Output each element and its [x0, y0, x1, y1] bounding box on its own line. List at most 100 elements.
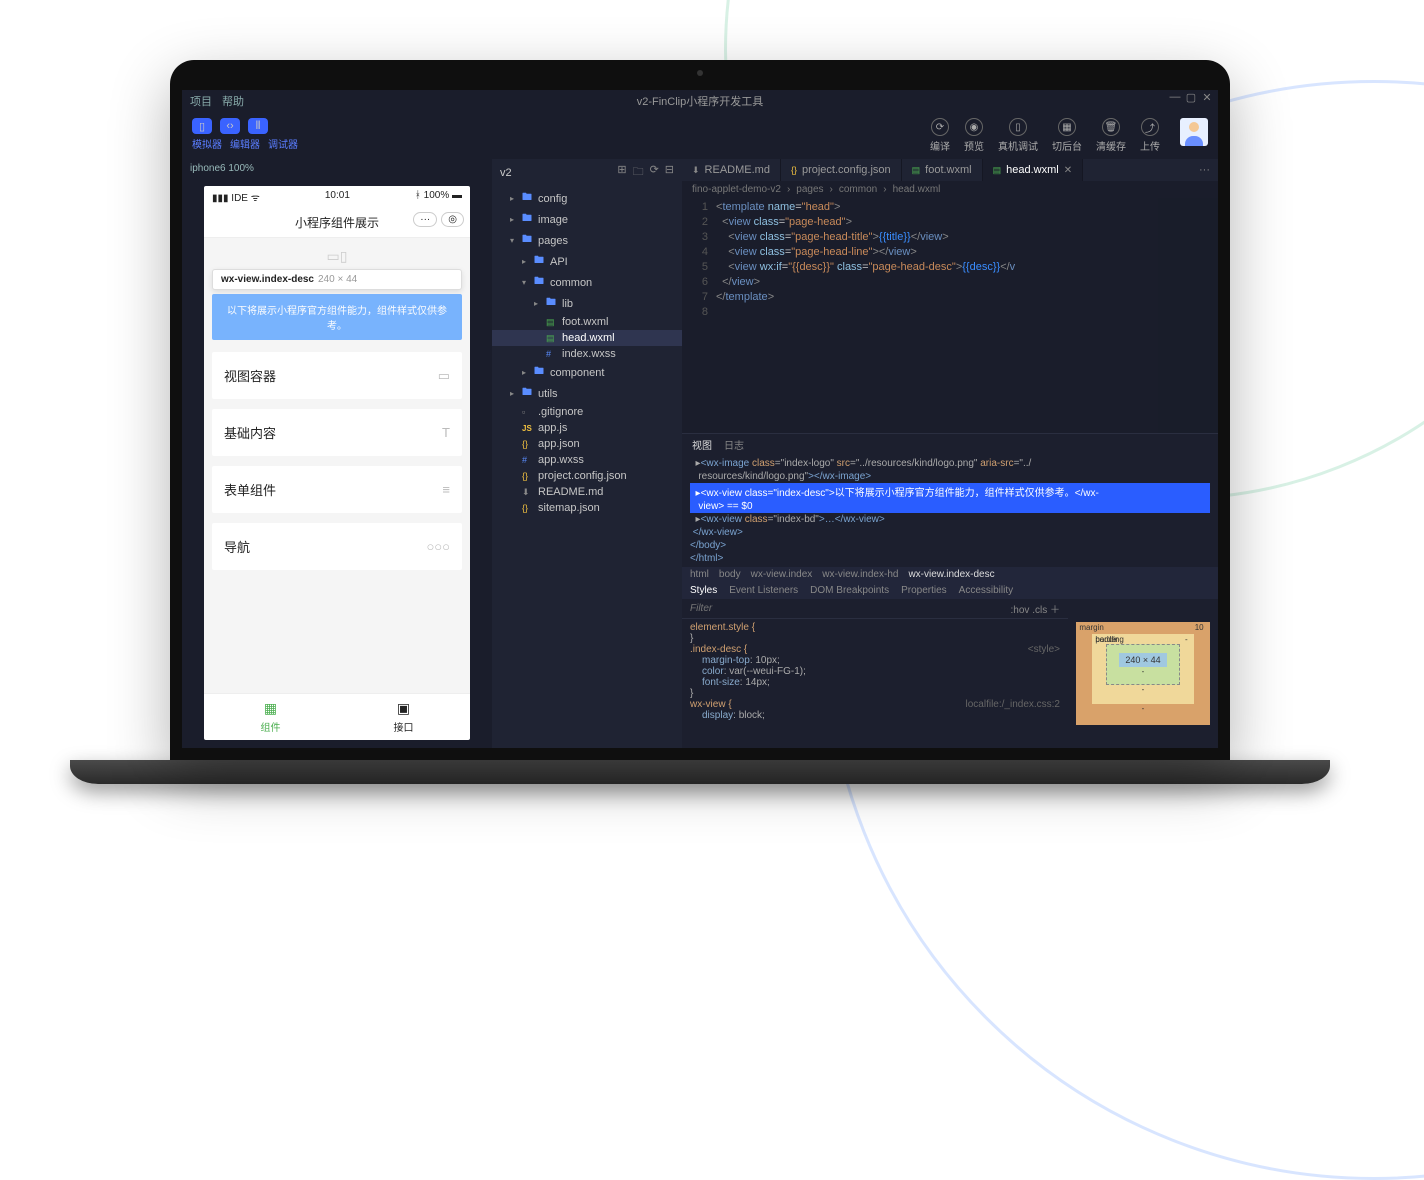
- tree-item-config[interactable]: ▸🖿config: [492, 188, 682, 209]
- file-explorer: v2 ⊞ 🗀 ⟳ ⊟ ▸🖿config▸🖿image▾🖿pages▸🖿API▾🖿…: [492, 159, 682, 748]
- compile-button[interactable]: ⟳编译: [930, 118, 950, 153]
- styles-subtab[interactable]: Properties: [901, 585, 947, 596]
- tree-item-common[interactable]: ▾🖿common: [492, 272, 682, 293]
- tab-project-config-json[interactable]: {}project.config.json: [781, 159, 902, 181]
- breadcrumb-segment[interactable]: fino-applet-demo-v2: [692, 184, 781, 195]
- logo-placeholder: ▭▯: [212, 248, 462, 265]
- upload-button[interactable]: ⤴上传: [1140, 118, 1160, 153]
- breadcrumb: fino-applet-demo-v2›pages›common›head.wx…: [682, 181, 1218, 198]
- editor-toggle[interactable]: ‹›: [220, 118, 240, 134]
- tree-item-project-config-json[interactable]: {}project.config.json: [492, 468, 682, 484]
- css-rules[interactable]: element.style { } <style>.index-desc { m…: [682, 619, 1068, 748]
- styles-subtab[interactable]: Styles: [690, 585, 717, 596]
- editor-label: 编辑器: [230, 136, 260, 151]
- upload-icon: ⤴: [1141, 118, 1159, 136]
- preview-icon: ◉: [965, 118, 983, 136]
- styles-subtab[interactable]: DOM Breakpoints: [810, 585, 889, 596]
- tree-item-API[interactable]: ▸🖿API: [492, 251, 682, 272]
- debugger-toggle[interactable]: ⫴: [248, 118, 268, 134]
- close-icon[interactable]: ✕: [1202, 92, 1212, 102]
- tree-item-index-wxss[interactable]: #index.wxss: [492, 346, 682, 362]
- tab-api[interactable]: ▣接口: [337, 694, 470, 740]
- menu-project[interactable]: 项目: [190, 93, 212, 109]
- tree-item-sitemap-json[interactable]: {}sitemap.json: [492, 500, 682, 516]
- elements-tree[interactable]: ▸<wx-image class="index-logo" src="../re…: [682, 455, 1218, 567]
- editor-panel: ⬇README.md{}project.config.json▤foot.wxm…: [682, 159, 1218, 748]
- dom-crumb[interactable]: body: [719, 569, 741, 580]
- code-editor[interactable]: 12345678 <template name="head"> <view cl…: [682, 198, 1218, 433]
- maximize-icon[interactable]: ▢: [1186, 92, 1196, 102]
- tree-item-app-json[interactable]: {}app.json: [492, 436, 682, 452]
- tab-head-wxml[interactable]: ▤head.wxml✕: [983, 159, 1083, 181]
- tree-item--gitignore[interactable]: ▫.gitignore: [492, 404, 682, 420]
- capsule-menu-button[interactable]: ···: [413, 212, 437, 227]
- dom-crumb[interactable]: html: [690, 569, 709, 580]
- list-item[interactable]: 表单组件≡: [212, 466, 462, 513]
- tree-item-app-js[interactable]: JSapp.js: [492, 420, 682, 436]
- trash-icon: 🗑: [1102, 118, 1120, 136]
- refresh-icon[interactable]: ⟳: [650, 163, 659, 182]
- new-file-icon[interactable]: ⊞: [617, 163, 626, 182]
- tree-item-lib[interactable]: ▸🖿lib: [492, 293, 682, 314]
- tree-item-utils[interactable]: ▸🖿utils: [492, 383, 682, 404]
- device-info: iphone6 100%: [182, 159, 492, 178]
- simulator-toggle[interactable]: ▯: [192, 118, 212, 134]
- styles-filter-actions[interactable]: :hov .cls ＋: [1011, 601, 1060, 616]
- phone-preview: ▮▮▮ IDE ᯤ 10:01 ᚼ 100% ▬ 小程序组件展示 ··· ◎ ▭…: [204, 186, 470, 740]
- breadcrumb-segment[interactable]: head.wxml: [893, 184, 941, 195]
- dom-crumb[interactable]: wx-view.index-desc: [908, 569, 994, 580]
- tree-item-README-md[interactable]: ⬇README.md: [492, 484, 682, 500]
- menu-help[interactable]: 帮助: [222, 93, 244, 109]
- dom-crumb[interactable]: wx-view.index: [751, 569, 813, 580]
- styles-subtab[interactable]: Event Listeners: [729, 585, 798, 596]
- item-icon: ≡: [442, 482, 450, 497]
- tab-foot-wxml[interactable]: ▤foot.wxml: [902, 159, 983, 181]
- tree-item-foot-wxml[interactable]: ▤foot.wxml: [492, 314, 682, 330]
- tree-item-pages[interactable]: ▾🖿pages: [492, 230, 682, 251]
- dom-crumb[interactable]: wx-view.index-hd: [822, 569, 898, 580]
- list-item[interactable]: 基础内容T: [212, 409, 462, 456]
- background-icon: ▦: [1058, 118, 1076, 136]
- remote-debug-button[interactable]: ▯真机调试: [998, 118, 1038, 153]
- item-icon: ▭: [438, 368, 450, 384]
- breadcrumb-segment[interactable]: pages: [796, 184, 823, 195]
- tree-item-app-wxss[interactable]: #app.wxss: [492, 452, 682, 468]
- list-item[interactable]: 视图容器▭: [212, 352, 462, 399]
- background-button[interactable]: ▦切后台: [1052, 118, 1082, 153]
- clear-cache-button[interactable]: 🗑清缓存: [1096, 118, 1126, 153]
- laptop-frame: 项目 帮助 v2-FinClip小程序开发工具 — ▢ ✕ ▯ ‹› ⫴ 模拟器…: [170, 60, 1230, 784]
- editor-tabs: ⬇README.md{}project.config.json▤foot.wxm…: [682, 159, 1218, 181]
- clock: 10:01: [325, 190, 350, 204]
- simulator-panel: iphone6 100% ▮▮▮ IDE ᯤ 10:01 ᚼ 100% ▬ 小程…: [182, 159, 492, 748]
- breadcrumb-segment[interactable]: common: [839, 184, 877, 195]
- tree-item-head-wxml[interactable]: ▤head.wxml: [492, 330, 682, 346]
- close-icon[interactable]: ✕: [1064, 165, 1072, 176]
- new-folder-icon[interactable]: 🗀: [633, 163, 644, 182]
- styles-subtab[interactable]: Accessibility: [959, 585, 1013, 596]
- devtools-tab-view[interactable]: 视图: [692, 437, 712, 452]
- page-title: 小程序组件展示 ··· ◎: [204, 208, 470, 238]
- debugger-label: 调试器: [268, 136, 298, 151]
- styles-filter-input[interactable]: [690, 601, 1011, 616]
- devtools-panel: 视图 日志 ▸<wx-image class="index-logo" src=…: [682, 433, 1218, 748]
- tree-item-image[interactable]: ▸🖿image: [492, 209, 682, 230]
- tree-item-component[interactable]: ▸🖿component: [492, 362, 682, 383]
- minimap[interactable]: [1158, 198, 1218, 433]
- capsule-close-button[interactable]: ◎: [441, 212, 464, 227]
- minimize-icon[interactable]: —: [1170, 92, 1180, 102]
- phone-status-bar: ▮▮▮ IDE ᯤ 10:01 ᚼ 100% ▬: [204, 186, 470, 208]
- collapse-icon[interactable]: ⊟: [665, 163, 674, 182]
- tab-components[interactable]: ▦组件: [204, 694, 337, 740]
- preview-button[interactable]: ◉预览: [964, 118, 984, 153]
- item-icon: ○○○: [426, 539, 450, 554]
- avatar[interactable]: [1180, 118, 1208, 146]
- wifi-icon: ᯤ: [251, 193, 260, 204]
- highlighted-element[interactable]: 以下将展示小程序官方组件能力，组件样式仅供参考。: [212, 294, 462, 340]
- tabs-more[interactable]: ···: [1191, 160, 1218, 180]
- list-item[interactable]: 导航○○○: [212, 523, 462, 570]
- project-root[interactable]: v2: [500, 167, 512, 179]
- devtools-tab-log[interactable]: 日志: [724, 437, 744, 452]
- phone-icon: ▯: [1009, 118, 1027, 136]
- inspect-tooltip: wx-view.index-desc240 × 44: [212, 269, 462, 290]
- tab-README-md[interactable]: ⬇README.md: [682, 159, 781, 181]
